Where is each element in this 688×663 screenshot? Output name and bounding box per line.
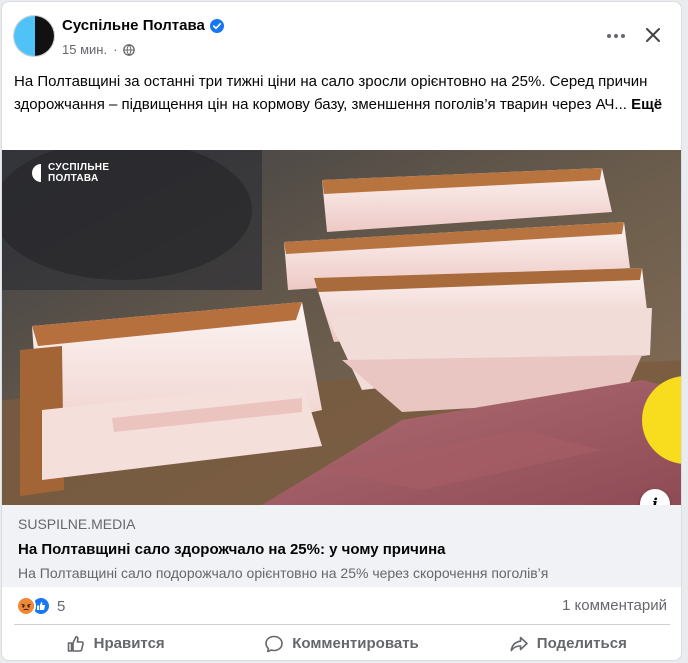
close-icon[interactable] — [638, 20, 668, 50]
comments-count[interactable]: 1 комментарий — [562, 597, 667, 614]
like-label: Нравится — [93, 635, 165, 652]
post-image[interactable] — [2, 150, 681, 505]
reactions-summary[interactable]: 5 — [16, 596, 65, 616]
page-name-row: Суспільне Полтава — [62, 17, 224, 34]
image-watermark: СУСПІЛЬНЕ ПОЛТАВА — [30, 162, 109, 184]
share-button[interactable]: Поделиться — [455, 625, 681, 660]
post-body: На Полтавщині за останні три тижні ціни … — [14, 73, 648, 113]
post-header: Суспільне Полтава 15 мин. · — [2, 2, 681, 68]
post-time[interactable]: 15 мин. — [62, 42, 107, 57]
thumbs-up-icon — [67, 635, 84, 652]
page-avatar[interactable] — [13, 15, 55, 57]
share-icon — [510, 636, 528, 651]
page-name[interactable]: Суспільне Полтава — [62, 17, 205, 34]
verified-badge-icon — [209, 18, 224, 33]
angry-reaction-icon — [16, 596, 36, 616]
post-actions: Нравится Комментировать Поделиться — [2, 625, 681, 660]
globe-icon — [123, 43, 136, 56]
watermark-line2: ПОЛТАВА — [48, 173, 99, 184]
post-stats: 5 1 комментарий — [2, 587, 681, 623]
share-label: Поделиться — [536, 635, 627, 652]
more-options-icon[interactable] — [598, 22, 634, 50]
link-preview[interactable]: SUSPILNE.MEDIA На Полтавщині сало здорож… — [2, 505, 681, 587]
post-text: На Полтавщині за останні три тижні ціни … — [14, 71, 674, 116]
comment-label: Комментировать — [292, 635, 419, 652]
post-card: Суспільне Полтава 15 мин. · На Полтавщин… — [1, 1, 682, 661]
comment-icon — [265, 635, 284, 652]
comment-button[interactable]: Комментировать — [228, 625, 454, 660]
link-description: На Полтавщині сало подорожчало орієнтовн… — [18, 565, 549, 581]
suspilne-logo-icon — [30, 163, 42, 183]
see-more-link[interactable]: Ещё — [631, 96, 662, 113]
link-domain: SUSPILNE.MEDIA — [18, 516, 136, 532]
reaction-count: 5 — [57, 597, 66, 615]
like-button[interactable]: Нравится — [2, 625, 228, 660]
watermark-line1: СУСПІЛЬНЕ — [48, 162, 110, 173]
link-title[interactable]: На Полтавщині сало здорожчало на 25%: у … — [18, 541, 446, 558]
post-meta: 15 мин. · — [62, 42, 136, 57]
